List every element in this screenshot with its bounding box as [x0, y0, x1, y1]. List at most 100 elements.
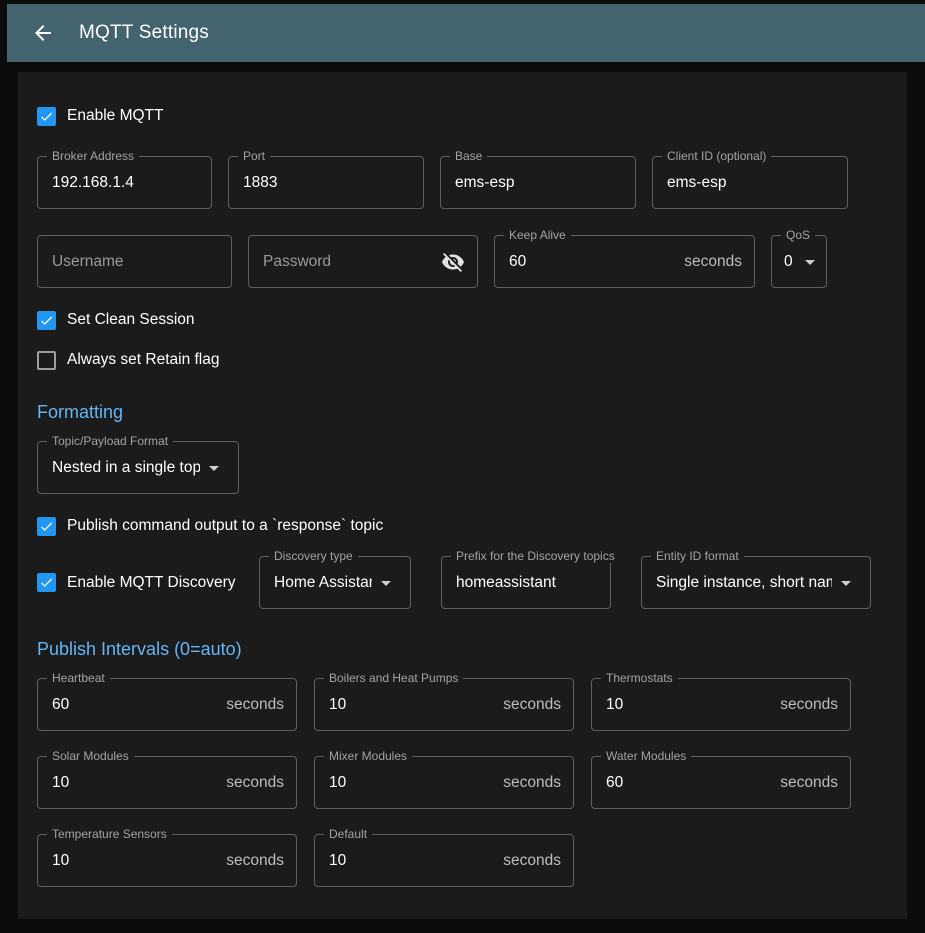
client-id-label: Client ID (optional): [662, 149, 771, 163]
interval-suffix: seconds: [503, 696, 561, 714]
discovery-type-select[interactable]: Discovery type Home Assistant: [259, 556, 411, 609]
check-icon: [39, 518, 54, 535]
entity-id-format-value: Single instance, short name: [656, 574, 832, 592]
solar-interval-field[interactable]: Solar Modules seconds: [37, 756, 297, 809]
check-icon: [39, 108, 54, 125]
clean-session-label: Set Clean Session: [67, 311, 195, 329]
heartbeat-interval-label: Heartbeat: [47, 671, 110, 685]
heartbeat-interval-field[interactable]: Heartbeat seconds: [37, 678, 297, 731]
password-field[interactable]: [248, 235, 478, 288]
temperature-sensors-interval-label: Temperature Sensors: [47, 827, 172, 841]
topic-format-row: Topic/Payload Format Nested in a single …: [37, 441, 888, 494]
mqtt-discovery-checkbox[interactable]: [37, 573, 56, 592]
publish-response-checkbox[interactable]: [37, 517, 56, 536]
retain-flag-label: Always set Retain flag: [67, 351, 220, 369]
clean-session-checkbox[interactable]: [37, 311, 56, 330]
broker-address-input[interactable]: [52, 174, 199, 192]
formatting-heading: Formatting: [37, 402, 888, 423]
thermostats-interval-input[interactable]: [606, 696, 772, 714]
discovery-prefix-field[interactable]: Prefix for the Discovery topics: [441, 556, 611, 609]
port-label: Port: [238, 149, 270, 163]
password-input[interactable]: [263, 253, 441, 271]
check-icon: [39, 312, 54, 329]
boilers-interval-input[interactable]: [329, 696, 495, 714]
mixer-interval-input[interactable]: [329, 774, 495, 792]
water-interval-input[interactable]: [606, 774, 772, 792]
interval-suffix: seconds: [226, 696, 284, 714]
qos-select[interactable]: QoS 0: [771, 235, 827, 288]
retain-flag-row: Always set Retain flag: [37, 348, 888, 372]
enable-mqtt-label: Enable MQTT: [67, 107, 163, 125]
dropdown-arrow-icon: [202, 456, 226, 480]
visibility-off-icon[interactable]: [441, 250, 465, 274]
mixer-interval-field[interactable]: Mixer Modules seconds: [314, 756, 574, 809]
interval-suffix: seconds: [226, 774, 284, 792]
broker-address-label: Broker Address: [47, 149, 139, 163]
broker-address-field[interactable]: Broker Address: [37, 156, 212, 209]
publish-response-label: Publish command output to a `response` t…: [67, 517, 383, 535]
topic-format-label: Topic/Payload Format: [47, 434, 173, 448]
discovery-prefix-label: Prefix for the Discovery topics: [451, 549, 620, 563]
username-field[interactable]: [37, 235, 232, 288]
arrow-back-icon: [31, 21, 55, 45]
interval-suffix: seconds: [780, 774, 838, 792]
broker-row: Broker Address Port Base Client ID (opti…: [37, 156, 888, 209]
boilers-interval-label: Boilers and Heat Pumps: [324, 671, 463, 685]
retain-flag-checkbox[interactable]: [37, 351, 56, 370]
thermostats-interval-field[interactable]: Thermostats seconds: [591, 678, 851, 731]
dropdown-arrow-icon: [798, 250, 822, 274]
enable-mqtt-checkbox[interactable]: [37, 107, 56, 126]
discovery-type-value: Home Assistant: [274, 574, 372, 592]
discovery-row: Enable MQTT Discovery Discovery type Hom…: [37, 556, 888, 609]
credentials-row: Keep Alive seconds QoS 0: [37, 235, 888, 288]
topic-format-select[interactable]: Topic/Payload Format Nested in a single …: [37, 441, 239, 494]
port-field[interactable]: Port: [228, 156, 424, 209]
topic-format-value: Nested in a single topic: [52, 459, 200, 477]
default-interval-input[interactable]: [329, 852, 495, 870]
check-icon: [39, 574, 54, 591]
clean-session-row: Set Clean Session: [37, 308, 888, 332]
qos-value: 0: [784, 253, 796, 271]
back-button[interactable]: [25, 15, 61, 51]
page-title: MQTT Settings: [79, 22, 209, 44]
client-id-field[interactable]: Client ID (optional): [652, 156, 848, 209]
keep-alive-suffix: seconds: [684, 253, 742, 271]
interval-suffix: seconds: [226, 852, 284, 870]
temperature-sensors-interval-field[interactable]: Temperature Sensors seconds: [37, 834, 297, 887]
interval-suffix: seconds: [503, 774, 561, 792]
entity-id-format-label: Entity ID format: [651, 549, 744, 563]
base-label: Base: [450, 149, 487, 163]
dropdown-arrow-icon: [374, 571, 398, 595]
client-id-input[interactable]: [667, 174, 835, 192]
port-input[interactable]: [243, 174, 411, 192]
username-input[interactable]: [52, 253, 219, 271]
boilers-interval-field[interactable]: Boilers and Heat Pumps seconds: [314, 678, 574, 731]
mqtt-discovery-row: Enable MQTT Discovery: [37, 571, 259, 595]
qos-label: QoS: [781, 228, 815, 242]
solar-interval-label: Solar Modules: [47, 749, 134, 763]
default-interval-field[interactable]: Default seconds: [314, 834, 574, 887]
interval-suffix: seconds: [503, 852, 561, 870]
publish-response-row: Publish command output to a `response` t…: [37, 514, 888, 538]
enable-mqtt-row: Enable MQTT: [37, 104, 888, 128]
temperature-sensors-interval-input[interactable]: [52, 852, 218, 870]
base-input[interactable]: [455, 174, 623, 192]
dropdown-arrow-icon: [834, 571, 858, 595]
keep-alive-input[interactable]: [509, 253, 676, 271]
water-interval-field[interactable]: Water Modules seconds: [591, 756, 851, 809]
discovery-prefix-input[interactable]: [456, 574, 598, 592]
water-interval-label: Water Modules: [601, 749, 691, 763]
heartbeat-interval-input[interactable]: [52, 696, 218, 714]
app-bar: MQTT Settings: [7, 4, 925, 62]
publish-intervals-grid: Heartbeat seconds Boilers and Heat Pumps…: [37, 678, 888, 887]
thermostats-interval-label: Thermostats: [601, 671, 678, 685]
keep-alive-label: Keep Alive: [504, 228, 571, 242]
keep-alive-field[interactable]: Keep Alive seconds: [494, 235, 755, 288]
base-field[interactable]: Base: [440, 156, 636, 209]
mixer-interval-label: Mixer Modules: [324, 749, 412, 763]
entity-id-format-select[interactable]: Entity ID format Single instance, short …: [641, 556, 871, 609]
mqtt-discovery-label: Enable MQTT Discovery: [67, 574, 236, 592]
settings-panel: Enable MQTT Broker Address Port Base Cli…: [18, 72, 907, 919]
solar-interval-input[interactable]: [52, 774, 218, 792]
interval-suffix: seconds: [780, 696, 838, 714]
